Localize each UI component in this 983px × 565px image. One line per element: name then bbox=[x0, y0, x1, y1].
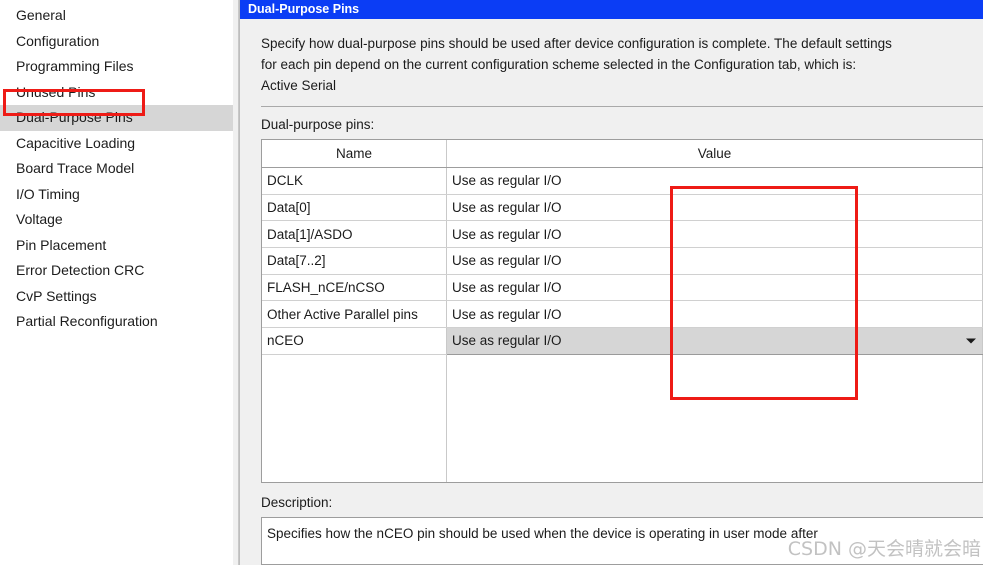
sidebar-item-i-o-timing[interactable]: I/O Timing bbox=[0, 182, 239, 208]
dual-purpose-pins-table-container: Name Value DCLK Use as regular I/O Data[0]… bbox=[261, 139, 983, 483]
description-text: Specifies how the nCEO pin should be use… bbox=[267, 526, 818, 541]
empty-cell bbox=[446, 380, 983, 407]
pin-value-cell[interactable]: Use as regular I/O bbox=[446, 327, 983, 355]
empty-cell bbox=[446, 406, 983, 432]
intro-line-3: Active Serial bbox=[261, 78, 337, 93]
empty-cell bbox=[262, 457, 447, 482]
sidebar-item-cvp-settings[interactable]: CvP Settings bbox=[0, 284, 239, 310]
description-label: Description: bbox=[261, 495, 333, 510]
pin-value-cell[interactable]: Use as regular I/O bbox=[446, 300, 983, 329]
panel-title: Dual-Purpose Pins bbox=[240, 0, 983, 19]
table-header: Name Value bbox=[262, 140, 983, 168]
sidebar-item-error-detection-crc[interactable]: Error Detection CRC bbox=[0, 258, 239, 284]
panel-body: Specify how dual-purpose pins should be … bbox=[240, 19, 983, 565]
empty-cell bbox=[446, 457, 983, 482]
sidebar-item-capacitive-loading[interactable]: Capacitive Loading bbox=[0, 131, 239, 157]
pin-name-cell[interactable]: Data[0] bbox=[262, 194, 447, 222]
intro-line-2: for each pin depend on the current confi… bbox=[261, 57, 857, 72]
intro-line-1: Specify how dual-purpose pins should be … bbox=[261, 36, 892, 51]
pin-value-cell[interactable]: Use as regular I/O bbox=[446, 167, 983, 195]
table-row[interactable]: nCEO Use as regular I/O bbox=[262, 327, 983, 355]
table-row[interactable]: Other Active Parallel pins Use as regular… bbox=[262, 300, 983, 329]
table-row[interactable]: DCLK Use as regular I/O bbox=[262, 167, 983, 195]
table-empty-row bbox=[262, 406, 983, 432]
sidebar-item-pin-placement[interactable]: Pin Placement bbox=[0, 233, 239, 259]
pin-value-text: Use as regular I/O bbox=[452, 226, 562, 242]
table-row[interactable]: Data[1]/ASDO Use as regular I/O bbox=[262, 220, 983, 249]
panel-intro-text: Specify how dual-purpose pins should be … bbox=[240, 19, 983, 96]
pin-value-cell[interactable]: Use as regular I/O bbox=[446, 220, 983, 249]
empty-cell bbox=[262, 354, 447, 381]
empty-cell bbox=[262, 380, 447, 407]
sidebar-item-board-trace-model[interactable]: Board Trace Model bbox=[0, 156, 239, 182]
sidebar-item-unused-pins[interactable]: Unused Pins bbox=[0, 80, 239, 106]
pin-value-text: Use as regular I/O bbox=[452, 333, 562, 349]
category-list: General Configuration Programming Files Unu… bbox=[0, 3, 239, 335]
table-empty-row bbox=[262, 431, 983, 458]
pin-value-text: Use as regular I/O bbox=[452, 200, 562, 216]
pin-value-text: Use as regular I/O bbox=[452, 306, 562, 322]
sidebar-item-dual-purpose-pins[interactable]: Dual-Purpose Pins bbox=[0, 105, 239, 131]
pin-value-cell[interactable]: Use as regular I/O bbox=[446, 247, 983, 275]
dual-purpose-pins-label: Dual-purpose pins: bbox=[261, 117, 375, 132]
sidebar-item-general[interactable]: General bbox=[0, 3, 239, 29]
sidebar-item-voltage[interactable]: Voltage bbox=[0, 207, 239, 233]
sidebar-item-programming-files[interactable]: Programming Files bbox=[0, 54, 239, 80]
pin-name-cell[interactable]: DCLK bbox=[262, 167, 447, 195]
pin-value-text: Use as regular I/O bbox=[452, 253, 562, 269]
table-row[interactable]: Data[7..2] Use as regular I/O bbox=[262, 247, 983, 275]
pin-name-cell[interactable]: Data[7..2] bbox=[262, 247, 447, 275]
pin-name-cell[interactable]: Data[1]/ASDO bbox=[262, 220, 447, 249]
pin-name-cell[interactable]: FLASH_nCE/nCSO bbox=[262, 274, 447, 302]
pin-value-text: Use as regular I/O bbox=[452, 280, 562, 296]
dual-purpose-pins-table: Name Value DCLK Use as regular I/O Data[0]… bbox=[262, 140, 983, 482]
empty-cell bbox=[262, 406, 447, 432]
pin-value-cell[interactable]: Use as regular I/O bbox=[446, 194, 983, 222]
table-empty-row bbox=[262, 457, 983, 482]
empty-cell bbox=[262, 431, 447, 458]
sidebar-item-partial-reconfiguration[interactable]: Partial Reconfiguration bbox=[0, 309, 239, 335]
table-body: DCLK Use as regular I/O Data[0] Use as regu… bbox=[262, 167, 983, 482]
table-empty-row bbox=[262, 354, 983, 381]
pin-value-text: Use as regular I/O bbox=[452, 173, 562, 189]
pin-value-cell[interactable]: Use as regular I/O bbox=[446, 274, 983, 302]
sidebar-item-configuration[interactable]: Configuration bbox=[0, 29, 239, 55]
pin-name-cell[interactable]: nCEO bbox=[262, 327, 447, 355]
chevron-down-icon[interactable] bbox=[966, 338, 976, 344]
table-row[interactable]: FLASH_nCE/nCSO Use as regular I/O bbox=[262, 274, 983, 302]
table-empty-row bbox=[262, 380, 983, 407]
empty-cell bbox=[446, 431, 983, 458]
column-header-name[interactable]: Name bbox=[262, 140, 447, 168]
table-row[interactable]: Data[0] Use as regular I/O bbox=[262, 194, 983, 222]
dual-purpose-pins-panel: Dual-Purpose Pins Specify how dual-purpo… bbox=[239, 0, 983, 565]
empty-cell bbox=[446, 354, 983, 381]
description-box: Specifies how the nCEO pin should be use… bbox=[261, 517, 983, 565]
settings-window: General Configuration Programming Files Unu… bbox=[0, 0, 983, 565]
pin-name-cell[interactable]: Other Active Parallel pins bbox=[262, 300, 447, 329]
category-sidebar: General Configuration Programming Files Unu… bbox=[0, 0, 239, 565]
table-header-row: Name Value bbox=[262, 140, 983, 168]
column-header-value[interactable]: Value bbox=[446, 140, 983, 168]
